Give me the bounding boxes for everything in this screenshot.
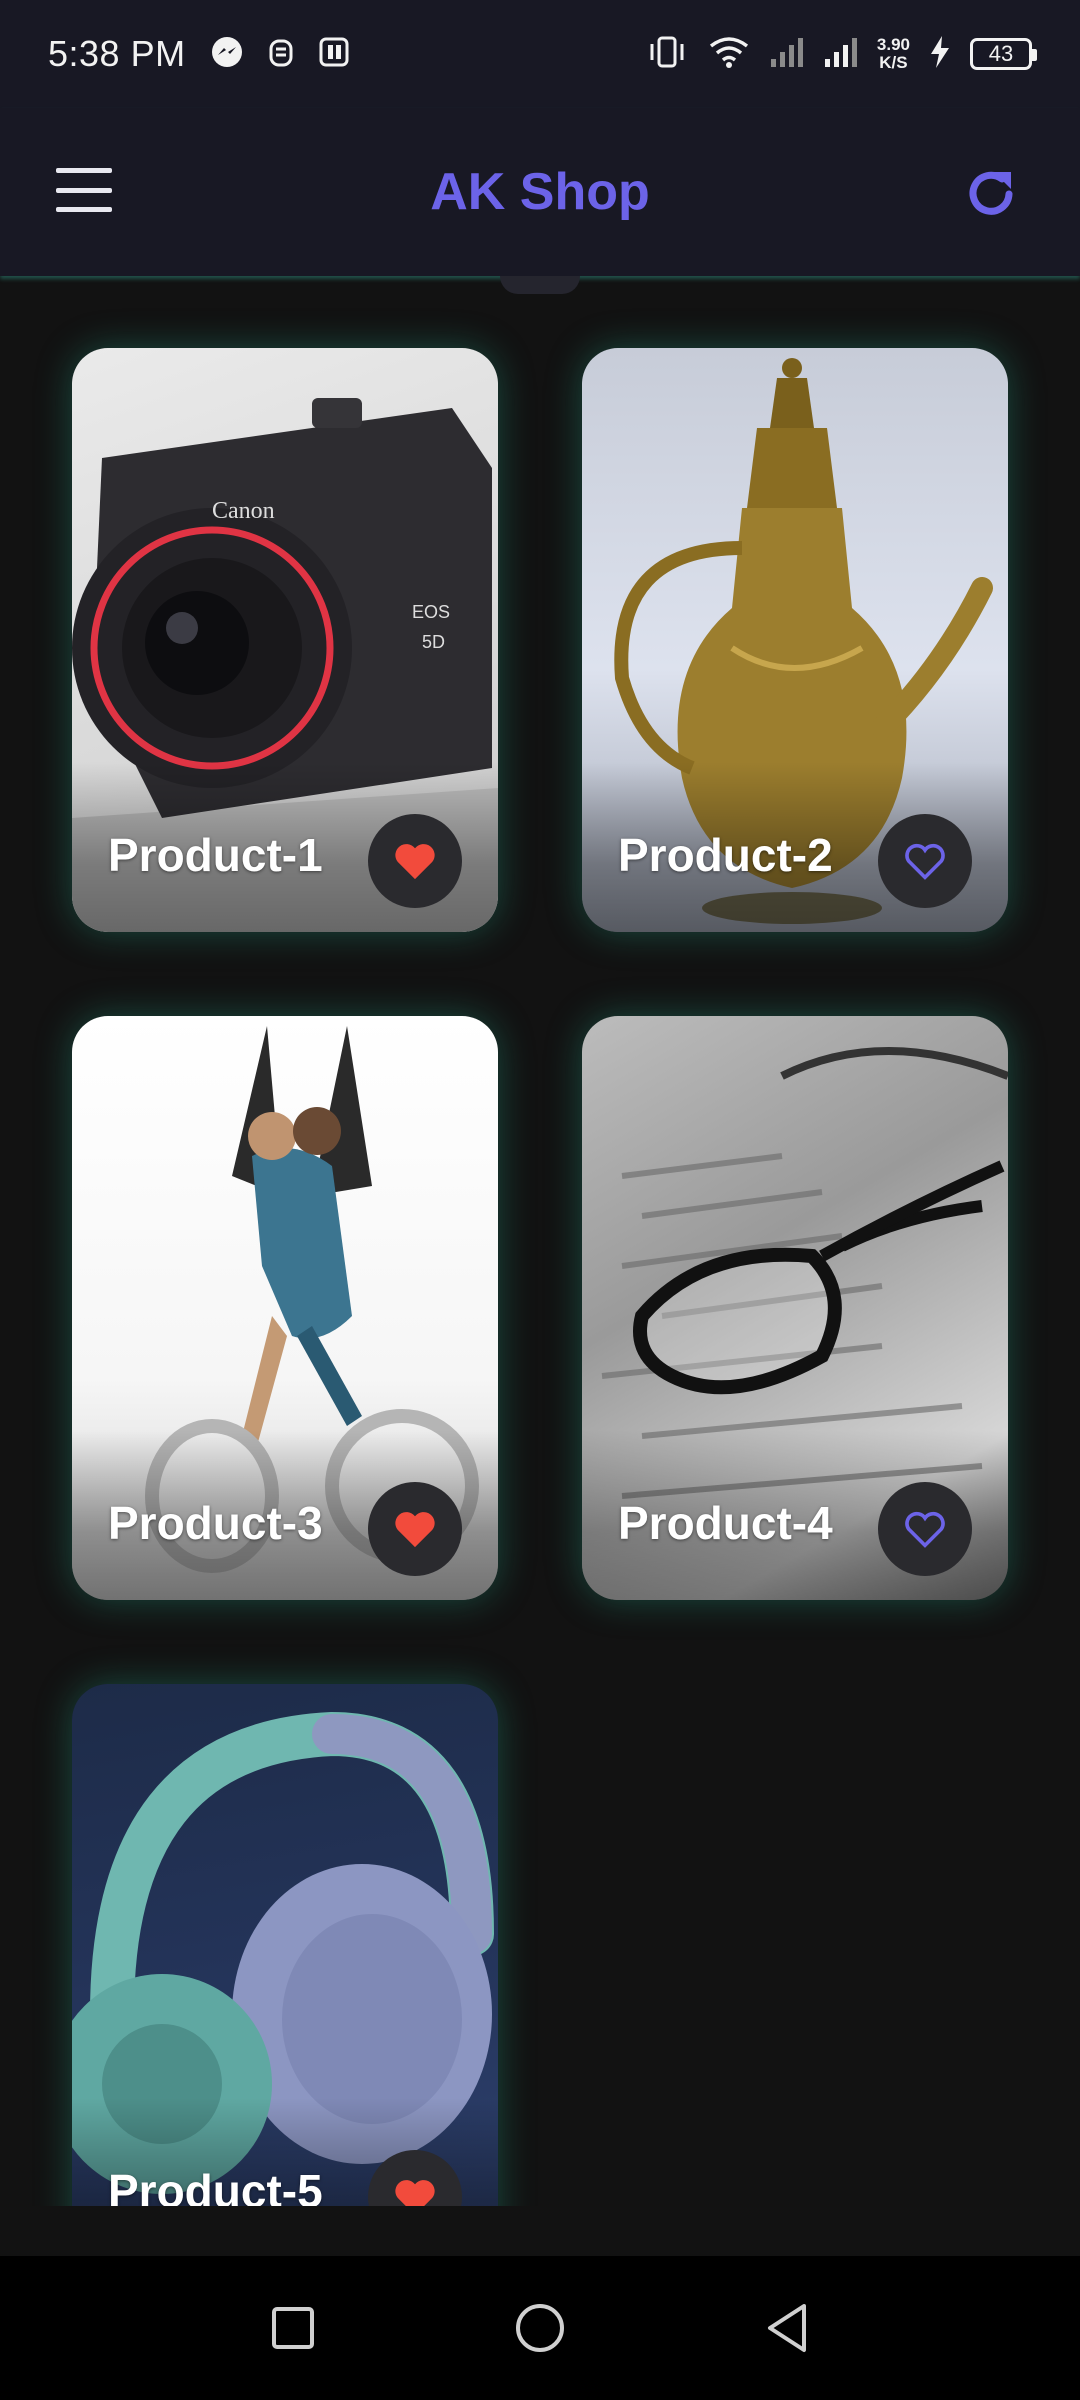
svg-text:5D: 5D [422,632,445,652]
svg-text:Canon: Canon [212,498,275,524]
app-bar: AK Shop [0,108,1080,276]
battery-level: 43 [988,41,1014,66]
heart-filled-icon [395,844,435,880]
paytm-icon [318,35,352,74]
product-card[interactable]: Product-5 [72,1684,498,2206]
network-speed-value: 3.90 [876,35,910,54]
heart-outline-icon [905,843,945,880]
recents-square-icon[interactable] [263,2298,323,2358]
wifi-icon [707,34,751,75]
network-speed-unit: K/S [879,53,908,72]
refresh-icon[interactable] [964,164,1020,220]
signal-icon [823,35,859,74]
heart-filled-icon [395,2180,435,2206]
battery-indicator: 43 [970,38,1037,70]
favorite-button[interactable] [878,1482,972,1576]
status-time: 5:38 PM [48,33,186,74]
product-card[interactable]: Product-4 [582,1016,1008,1600]
product-card[interactable]: Product-3 [72,1016,498,1600]
product-name: Product-4 [618,1497,833,1549]
product-name: Product-3 [108,1497,323,1549]
assistant-icon [266,35,296,74]
charging-icon [928,34,952,75]
back-triangle-icon[interactable] [757,2298,817,2358]
favorite-button[interactable] [878,814,972,908]
network-speed: 3.90 K/S [877,36,910,72]
system-nav-bar [0,2256,1080,2400]
heart-filled-icon [395,1512,435,1548]
hamburger-menu-icon[interactable] [56,168,112,212]
svg-text:EOS: EOS [412,602,450,622]
home-circle-icon[interactable] [510,2298,570,2358]
product-card[interactable]: Product-2 [582,348,1008,932]
status-bar: 5:38 PM 3.90 K/S 43 [0,0,1080,108]
product-name: Product-1 [108,829,323,881]
favorite-button[interactable] [368,814,462,908]
favorite-button[interactable] [368,1482,462,1576]
vibrate-icon [645,34,689,75]
signal-icon [769,35,805,74]
messenger-icon [210,35,244,74]
product-name: Product-2 [618,829,833,881]
heart-outline-icon [905,1511,945,1548]
product-name: Product-5 [108,2165,323,2206]
product-card[interactable]: Canon EOS 5D Product-1 [72,348,498,932]
product-grid: Canon EOS 5D Product-1 Product-2 Product… [0,276,1080,2206]
app-title: AK Shop [430,163,650,221]
